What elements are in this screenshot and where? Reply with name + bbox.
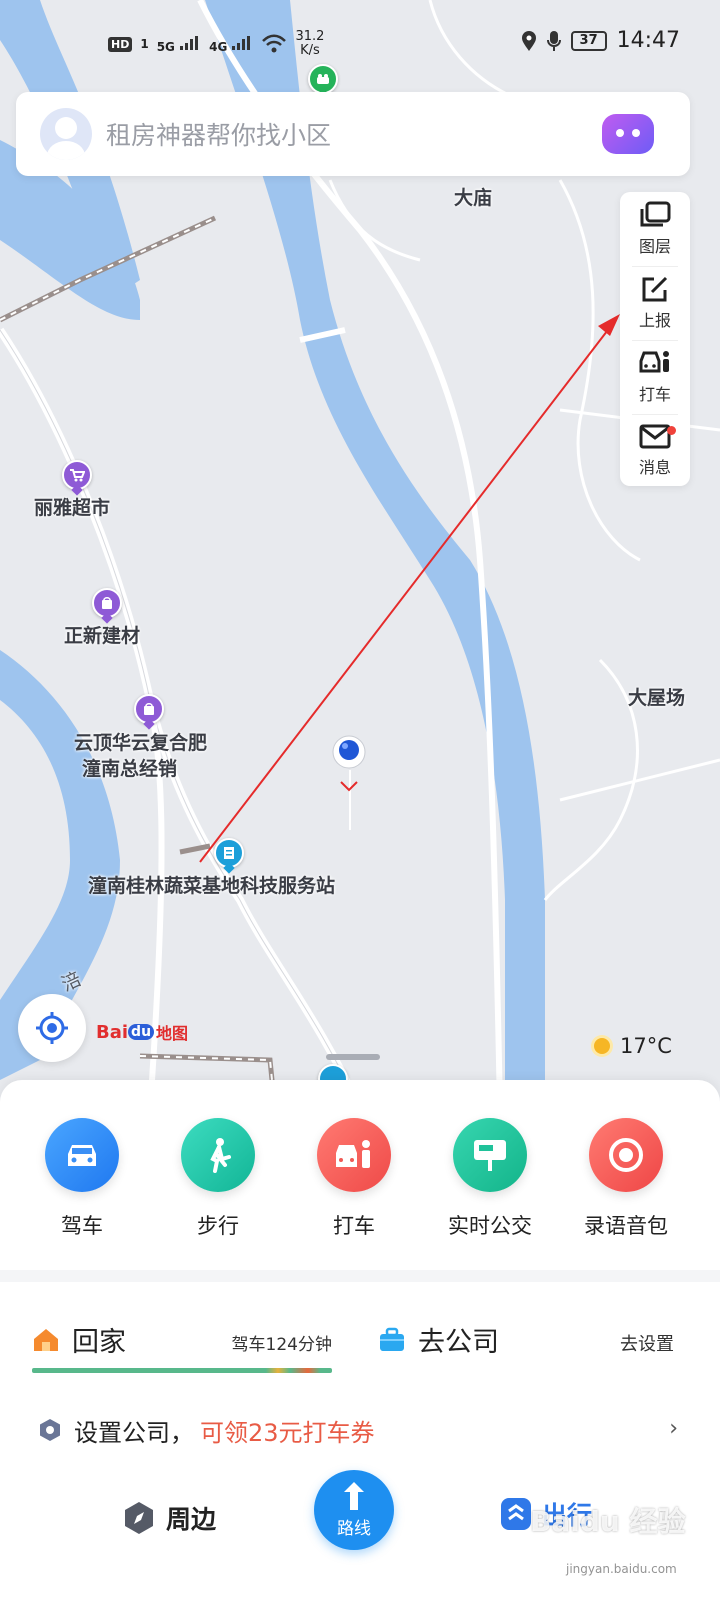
home-icon bbox=[34, 1328, 58, 1351]
quick-actions: 驾车 步行 打车 实时公交 录语音包 bbox=[0, 1118, 720, 1240]
assistant-bot-icon[interactable] bbox=[602, 114, 654, 154]
tool-report-label: 上报 bbox=[638, 311, 671, 330]
nav-nearby[interactable]: 周边 bbox=[122, 1500, 216, 1536]
quick-record-voice[interactable]: 录语音包 bbox=[558, 1118, 694, 1240]
signal-5g: 5G bbox=[157, 35, 201, 54]
map-label-station[interactable]: 潼南桂林蔬菜基地科技服务站 bbox=[88, 874, 335, 898]
baidu-paw-icon: du bbox=[128, 1024, 155, 1040]
fertilizer-poi-marker[interactable] bbox=[134, 694, 164, 730]
promo-highlight: 可领23元打车券 bbox=[200, 1418, 375, 1447]
commute-row: 回家 驾车124分钟 去公司 去设置 bbox=[32, 1320, 688, 1373]
record-icon bbox=[589, 1118, 663, 1192]
locate-me-button[interactable] bbox=[18, 994, 86, 1062]
status-left: HD 1 5G 4G 31.2 K/s bbox=[108, 30, 324, 58]
taxi-icon bbox=[639, 351, 669, 373]
watermark: Baidu 经验 bbox=[530, 1505, 686, 1538]
map-tool-panel: 图层 上报 打车 消息 bbox=[620, 192, 690, 486]
map-label-damiao[interactable]: 大庙 bbox=[454, 186, 492, 210]
walk-icon bbox=[181, 1118, 255, 1192]
quick-bus-label: 实时公交 bbox=[448, 1214, 532, 1238]
network-speed: 31.2 K/s bbox=[295, 29, 325, 58]
compass-icon bbox=[125, 1502, 153, 1534]
tool-report[interactable]: 上报 bbox=[620, 268, 690, 338]
nav-route-label: 路线 bbox=[337, 1518, 371, 1539]
home-drive-time: 驾车124分钟 bbox=[231, 1335, 332, 1355]
search-input[interactable]: 租房神器帮你找小区 bbox=[106, 116, 602, 152]
promo-row[interactable]: 设置公司， 可领23元打车券 › bbox=[38, 1410, 678, 1450]
search-bar[interactable]: 租房神器帮你找小区 bbox=[16, 92, 690, 176]
chevron-right-icon: › bbox=[669, 1416, 678, 1441]
service-station-poi-marker[interactable] bbox=[214, 838, 244, 874]
mail-icon bbox=[639, 424, 671, 449]
microphone-icon bbox=[546, 30, 561, 51]
map-label-liya[interactable]: 丽雅超市 bbox=[34, 496, 110, 520]
map-label-yunding-2[interactable]: 潼南总经销 bbox=[82, 757, 177, 781]
work-setup-link[interactable]: 去设置 bbox=[620, 1330, 674, 1356]
nav-nearby-label: 周边 bbox=[166, 1505, 217, 1534]
quick-drive-label: 驾车 bbox=[61, 1214, 103, 1238]
report-edit-icon bbox=[642, 276, 668, 302]
quick-bus[interactable]: 实时公交 bbox=[422, 1118, 558, 1240]
quick-record-label: 录语音包 bbox=[584, 1214, 668, 1238]
quick-taxi[interactable]: 打车 bbox=[286, 1118, 422, 1240]
store-poi-marker[interactable] bbox=[92, 588, 122, 624]
unread-badge bbox=[667, 426, 676, 435]
signal-bars-icon bbox=[232, 35, 251, 50]
map-label-dawuchang[interactable]: 大屋场 bbox=[628, 686, 685, 710]
go-work-label: 去公司 bbox=[418, 1327, 499, 1358]
quick-walk-label: 步行 bbox=[197, 1214, 239, 1238]
current-location-marker bbox=[332, 735, 366, 830]
quick-drive[interactable]: 驾车 bbox=[14, 1118, 150, 1240]
go-home-label: 回家 bbox=[72, 1327, 126, 1358]
tool-messages-label: 消息 bbox=[638, 458, 671, 477]
avatar[interactable] bbox=[40, 108, 92, 160]
map-label-zhengxin[interactable]: 正新建材 bbox=[64, 624, 140, 648]
quick-walk[interactable]: 步行 bbox=[150, 1118, 286, 1240]
hd-badge: HD bbox=[108, 36, 133, 52]
nav-route-button[interactable]: 路线 bbox=[314, 1470, 394, 1550]
tool-layers[interactable]: 图层 bbox=[620, 194, 690, 264]
location-icon bbox=[521, 30, 536, 51]
wifi-icon bbox=[262, 34, 287, 53]
route-arrow-icon bbox=[344, 1481, 364, 1510]
crosshair-icon bbox=[36, 1012, 68, 1044]
bus-stop-icon bbox=[453, 1118, 527, 1192]
quick-taxi-label: 打车 bbox=[333, 1214, 375, 1238]
car-icon bbox=[45, 1118, 119, 1192]
supermarket-poi-marker[interactable] bbox=[62, 460, 92, 496]
traffic-status-bar bbox=[32, 1368, 332, 1373]
baidu-map-logo: Bai du 地图 bbox=[96, 1021, 189, 1044]
weather-indicator[interactable]: 17°C bbox=[594, 1034, 672, 1058]
status-right: 37 14:47 bbox=[521, 28, 680, 53]
tool-layers-label: 图层 bbox=[638, 237, 671, 256]
clock: 14:47 bbox=[616, 28, 680, 53]
map-label-yunding-1[interactable]: 云顶华云复合肥 bbox=[74, 731, 207, 755]
temperature: 17°C bbox=[620, 1034, 672, 1058]
travel-shield-icon bbox=[501, 1498, 531, 1530]
signal-4g: 4G bbox=[209, 35, 253, 54]
battery-indicator: 37 bbox=[570, 30, 607, 51]
hexagon-icon bbox=[40, 1419, 60, 1441]
tool-messages[interactable]: 消息 bbox=[620, 416, 690, 486]
promo-text: 设置公司， bbox=[74, 1418, 194, 1447]
layers-icon bbox=[640, 201, 671, 227]
status-bar: HD 1 5G 4G 31.2 K/s 37 14:47 bbox=[0, 22, 720, 68]
go-work[interactable]: 去公司 bbox=[378, 1320, 499, 1359]
taxi-icon bbox=[317, 1118, 391, 1192]
briefcase-icon bbox=[380, 1327, 404, 1351]
signal-bars-icon bbox=[180, 35, 199, 50]
sim-number: 1 bbox=[140, 37, 149, 51]
tool-taxi-label: 打车 bbox=[638, 385, 671, 404]
tool-taxi[interactable]: 打车 bbox=[620, 342, 690, 412]
sheet-drag-handle[interactable] bbox=[326, 1054, 380, 1060]
watermark-url: jingyan.baidu.com bbox=[566, 1562, 677, 1576]
sun-icon bbox=[594, 1038, 610, 1054]
divider bbox=[0, 1270, 720, 1282]
